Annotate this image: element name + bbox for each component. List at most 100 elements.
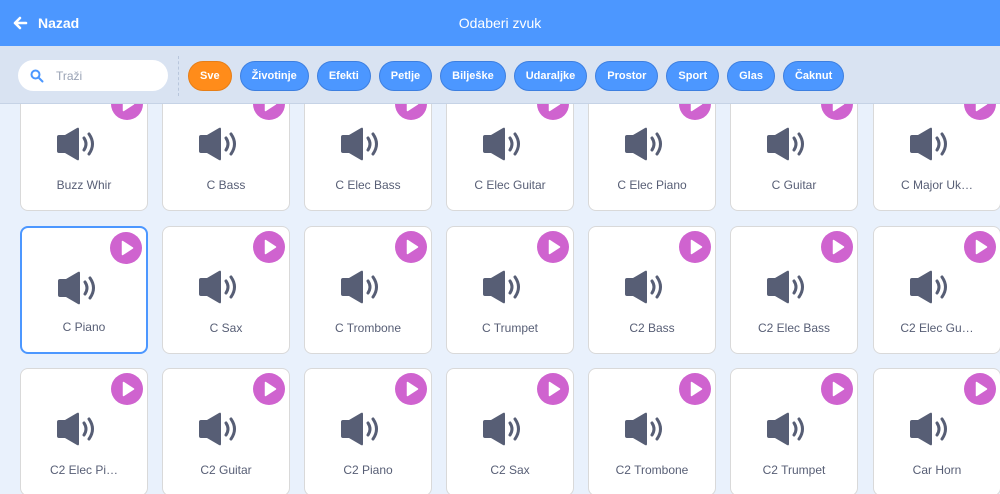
sound-card[interactable]: C Major Uk… <box>873 104 1000 211</box>
sound-card[interactable]: C Trombone <box>304 226 432 354</box>
play-button[interactable] <box>964 231 996 263</box>
sound-name: C2 Sax <box>490 463 530 477</box>
play-button[interactable] <box>395 231 427 263</box>
sound-card[interactable]: C2 Sax <box>446 368 574 494</box>
header-bar: Nazad Odaberi zvuk <box>0 0 1000 46</box>
tag-animals[interactable]: Životinje <box>239 61 309 91</box>
play-icon <box>406 381 419 397</box>
play-button[interactable] <box>537 104 569 120</box>
play-button[interactable] <box>537 231 569 263</box>
play-button[interactable] <box>821 104 853 120</box>
sound-card[interactable]: C Elec Bass <box>304 104 432 211</box>
speaker-icon <box>341 412 378 446</box>
sound-card[interactable]: C2 Piano <box>304 368 432 494</box>
play-icon <box>690 239 703 255</box>
tag-wacky[interactable]: Čaknut <box>782 61 845 91</box>
sound-card[interactable]: C Guitar <box>730 104 858 211</box>
speaker-icon <box>767 270 804 304</box>
sound-card[interactable]: C2 Elec Pi… <box>20 368 148 494</box>
sound-card[interactable]: C2 Bass <box>588 226 716 354</box>
play-button[interactable] <box>110 232 142 264</box>
play-icon <box>264 381 277 397</box>
speaker-icon <box>910 127 947 161</box>
play-button[interactable] <box>821 231 853 263</box>
sound-card[interactable]: C Trumpet <box>446 226 574 354</box>
search-box[interactable] <box>18 60 168 91</box>
sound-name: C2 Piano <box>343 463 393 477</box>
tag-sports[interactable]: Sport <box>666 61 720 91</box>
play-button[interactable] <box>395 373 427 405</box>
search-icon <box>30 69 44 82</box>
play-button[interactable] <box>111 373 143 405</box>
play-icon <box>548 104 561 112</box>
sound-name: C2 Elec Pi… <box>49 463 119 477</box>
play-button[interactable] <box>253 104 285 120</box>
search-input[interactable] <box>56 68 152 83</box>
tag-space[interactable]: Prostor <box>595 61 659 91</box>
tag-all[interactable]: Sve <box>188 61 232 91</box>
category-tags: Sve Životinje Efekti Petlje Bilješke Uda… <box>188 61 845 91</box>
play-icon <box>122 104 135 112</box>
sound-card[interactable]: C2 Elec Gu… <box>873 226 1000 354</box>
play-button[interactable] <box>111 104 143 120</box>
play-icon <box>975 104 988 112</box>
page-title: Odaberi zvuk <box>458 15 542 31</box>
sound-name: C Elec Guitar <box>474 178 546 192</box>
play-icon <box>832 381 845 397</box>
sound-name: C Major Uk… <box>900 178 973 192</box>
play-button[interactable] <box>253 231 285 263</box>
sound-card[interactable]: C2 Trumpet <box>730 368 858 494</box>
sound-card[interactable]: Car Horn <box>873 368 1000 494</box>
play-icon <box>548 239 561 255</box>
sound-name: Buzz Whir <box>56 178 112 192</box>
tag-percussion[interactable]: Udaraljke <box>513 61 588 91</box>
sound-name: C2 Trombone <box>615 463 689 477</box>
sound-card[interactable]: C Piano <box>20 226 148 354</box>
play-button[interactable] <box>395 104 427 120</box>
speaker-icon <box>483 127 520 161</box>
play-button[interactable] <box>964 373 996 405</box>
sound-card[interactable]: C2 Trombone <box>588 368 716 494</box>
play-icon <box>832 104 845 112</box>
play-icon <box>406 104 419 112</box>
play-icon <box>264 239 277 255</box>
tag-voice[interactable]: Glas <box>727 61 775 91</box>
play-button[interactable] <box>679 231 711 263</box>
play-icon <box>121 240 134 256</box>
speaker-icon <box>625 412 662 446</box>
sound-card[interactable]: C Bass <box>162 104 290 211</box>
play-button[interactable] <box>679 104 711 120</box>
play-icon <box>122 381 135 397</box>
play-icon <box>832 239 845 255</box>
speaker-icon <box>767 412 804 446</box>
play-icon <box>975 239 988 255</box>
sound-name: C Trumpet <box>481 321 538 335</box>
speaker-icon <box>199 127 236 161</box>
sound-card[interactable]: C2 Guitar <box>162 368 290 494</box>
speaker-icon <box>341 270 378 304</box>
sound-card[interactable]: C Sax <box>162 226 290 354</box>
speaker-icon <box>57 127 94 161</box>
play-button[interactable] <box>964 104 996 120</box>
speaker-icon <box>199 270 236 304</box>
play-icon <box>975 381 988 397</box>
play-button[interactable] <box>537 373 569 405</box>
sound-card[interactable]: C Elec Guitar <box>446 104 574 211</box>
sound-name: C Elec Bass <box>335 178 401 192</box>
sound-name: Car Horn <box>912 463 962 477</box>
play-button[interactable] <box>821 373 853 405</box>
sound-card[interactable]: C Elec Piano <box>588 104 716 211</box>
play-icon <box>690 104 703 112</box>
tag-notes[interactable]: Bilješke <box>440 61 506 91</box>
tag-effects[interactable]: Efekti <box>316 61 371 91</box>
speaker-icon <box>58 271 95 305</box>
tag-loops[interactable]: Petlje <box>378 61 433 91</box>
sound-name: C2 Elec Bass <box>757 321 831 335</box>
speaker-icon <box>483 270 520 304</box>
sound-card[interactable]: Buzz Whir <box>20 104 148 211</box>
play-button[interactable] <box>253 373 285 405</box>
play-button[interactable] <box>679 373 711 405</box>
sound-name: C Trombone <box>334 321 402 335</box>
sound-card[interactable]: C2 Elec Bass <box>730 226 858 354</box>
speaker-icon <box>199 412 236 446</box>
